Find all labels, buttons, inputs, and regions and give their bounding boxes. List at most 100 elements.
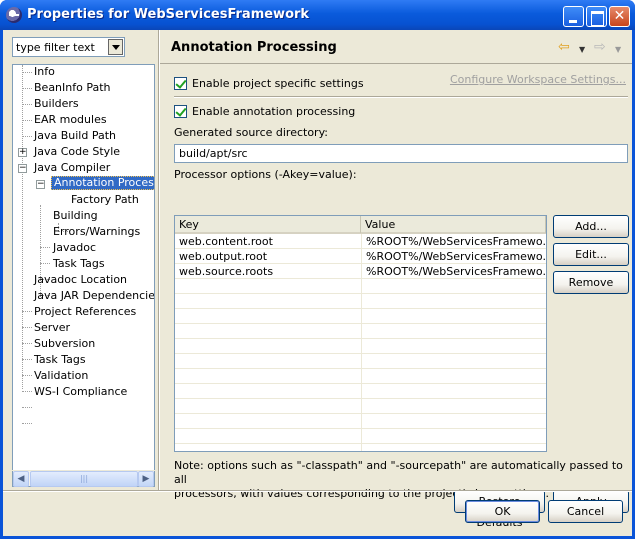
tree-item-ear-modules[interactable]: EAR modules: [34, 113, 107, 127]
table-row[interactable]: web.source.roots %ROOT%/WebServicesFrame…: [175, 265, 546, 279]
tree-item-java-build-path[interactable]: Java Build Path: [34, 129, 116, 143]
processor-options-table[interactable]: Key Value web.content.root %ROOT%/WebSer…: [174, 215, 547, 452]
tree-item-server[interactable]: Server: [34, 321, 70, 335]
table-row: [175, 325, 546, 339]
tree-guide: [22, 375, 32, 376]
tree-item-validation[interactable]: Validation: [34, 369, 88, 383]
tree-item-java-jar-dependencies[interactable]: Java JAR Dependencies: [34, 289, 154, 303]
title-bar[interactable]: Properties for WebServicesFramework ✕: [0, 0, 635, 30]
scroll-left-icon[interactable]: ◀: [13, 471, 29, 487]
close-button[interactable]: ✕: [609, 6, 630, 27]
table-cell-value: %ROOT%/WebServicesFramewo...: [366, 235, 546, 248]
tree-guide: [40, 247, 50, 248]
window-title: Properties for WebServicesFramework: [27, 7, 310, 22]
tree-horizontal-scrollbar[interactable]: ◀ ||| ▶: [12, 471, 155, 487]
project-settings-checkbox[interactable]: [174, 77, 187, 90]
tree-guide: [22, 65, 23, 389]
table-row: [175, 415, 546, 429]
tree-guide: [22, 407, 32, 408]
tree-item-annotation-processing[interactable]: Annotation Processing: [51, 176, 154, 190]
minimize-button[interactable]: [563, 6, 584, 27]
note-line-1: Note: options such as "-classpath" and "…: [174, 459, 623, 486]
tree-item-javadoc[interactable]: Javadoc: [53, 241, 96, 255]
filter-input[interactable]: type filter text: [16, 41, 95, 54]
table-row: [175, 400, 546, 414]
page-title: Annotation Processing: [171, 40, 337, 55]
table-row: [175, 430, 546, 444]
tree-item-builders[interactable]: Builders: [34, 97, 79, 111]
edit-option-button[interactable]: Edit...: [553, 243, 629, 266]
tree-item-factory-path[interactable]: Factory Path: [71, 193, 139, 207]
generated-source-field[interactable]: [174, 144, 628, 163]
close-icon: ✕: [613, 8, 626, 24]
tree-item-errors-warnings[interactable]: Errors/Warnings: [53, 225, 140, 239]
tree-item-java-code-style[interactable]: Java Code Style: [34, 145, 120, 159]
tree-item-building[interactable]: Building: [53, 209, 98, 223]
table-row: [175, 355, 546, 369]
scroll-thumb[interactable]: |||: [30, 471, 138, 487]
generated-source-input[interactable]: [175, 145, 627, 162]
project-settings-label[interactable]: Enable project specific settings: [192, 77, 364, 90]
table-row: [175, 370, 546, 384]
tree-item-task-tags[interactable]: Task Tags: [34, 353, 86, 367]
remove-option-button[interactable]: Remove: [553, 271, 629, 294]
cancel-button[interactable]: Cancel: [548, 500, 623, 523]
expand-plus-icon[interactable]: +: [18, 148, 27, 157]
configure-workspace-link[interactable]: Configure Workspace Settings...: [450, 73, 626, 86]
enable-annotation-label[interactable]: Enable annotation processing: [192, 105, 355, 118]
table-row: [175, 385, 546, 399]
scroll-right-icon[interactable]: ▶: [138, 471, 154, 487]
tree-guide: [22, 359, 32, 360]
tree-guide: [22, 343, 32, 344]
maximize-button[interactable]: [586, 6, 607, 27]
chevron-down-icon[interactable]: [108, 39, 123, 55]
tree-guide: [22, 311, 32, 312]
tree-item-beaninfo-path[interactable]: BeanInfo Path: [34, 81, 111, 95]
column-header-key[interactable]: Key: [175, 216, 361, 233]
generated-source-label: Generated source directory:: [174, 126, 328, 139]
back-arrow-icon[interactable]: ⇦: [558, 40, 570, 54]
tree-guide: [22, 423, 32, 424]
table-row[interactable]: web.content.root %ROOT%/WebServicesFrame…: [175, 235, 546, 249]
tree-item-compiler-task-tags[interactable]: Task Tags: [53, 257, 105, 271]
processor-options-label: Processor options (-Akey=value):: [174, 168, 357, 181]
chevron-down-icon[interactable]: ▼: [579, 43, 585, 57]
tree-guide: [22, 136, 32, 137]
ok-button[interactable]: OK: [465, 500, 540, 523]
tree-item-wsi-compliance[interactable]: WS-I Compliance: [34, 385, 127, 399]
filter-combo[interactable]: type filter text: [12, 37, 125, 57]
eclipse-icon: [6, 7, 22, 23]
page-body: Enable project specific settings Configu…: [160, 65, 632, 529]
table-cell-value: %ROOT%/WebServicesFramewo...: [366, 265, 546, 278]
tree-item-subversion[interactable]: Subversion: [34, 337, 95, 351]
dialog-client: type filter text + − − Info BeanInfo Pat…: [3, 30, 632, 536]
table-header: Key Value: [175, 216, 546, 234]
tree-guide: [22, 104, 32, 105]
table-row[interactable]: web.output.root %ROOT%/WebServicesFramew…: [175, 250, 546, 264]
tree-item-info[interactable]: Info: [34, 65, 55, 79]
table-row: [175, 310, 546, 324]
chevron-down-icon[interactable]: ▼: [615, 43, 621, 57]
forward-arrow-icon[interactable]: ⇨: [594, 40, 606, 54]
tree-guide: [22, 72, 32, 73]
enable-annotation-checkbox[interactable]: [174, 105, 187, 118]
tree-item-project-references[interactable]: Project References: [34, 305, 136, 319]
tree-guide: [22, 120, 32, 121]
table-row: [175, 280, 546, 294]
column-header-value[interactable]: Value: [361, 216, 546, 233]
tree-guide: [22, 391, 32, 392]
tree-guide: [22, 327, 32, 328]
tree-item-java-compiler[interactable]: Java Compiler: [34, 161, 110, 175]
collapse-minus-icon[interactable]: −: [18, 164, 27, 173]
tree-item-javadoc-location[interactable]: Javadoc Location: [34, 273, 127, 287]
tree-guide: [40, 263, 50, 264]
collapse-minus-icon[interactable]: −: [36, 180, 45, 189]
add-option-button[interactable]: Add...: [553, 215, 629, 238]
table-row: [175, 340, 546, 354]
divider: [174, 96, 628, 98]
table-row: [175, 295, 546, 309]
footer-divider: [3, 490, 632, 492]
dialog-window: Properties for WebServicesFramework ✕ ty…: [0, 0, 635, 539]
table-cell-key: web.output.root: [179, 250, 268, 263]
table-cell-key: web.source.roots: [179, 265, 274, 278]
